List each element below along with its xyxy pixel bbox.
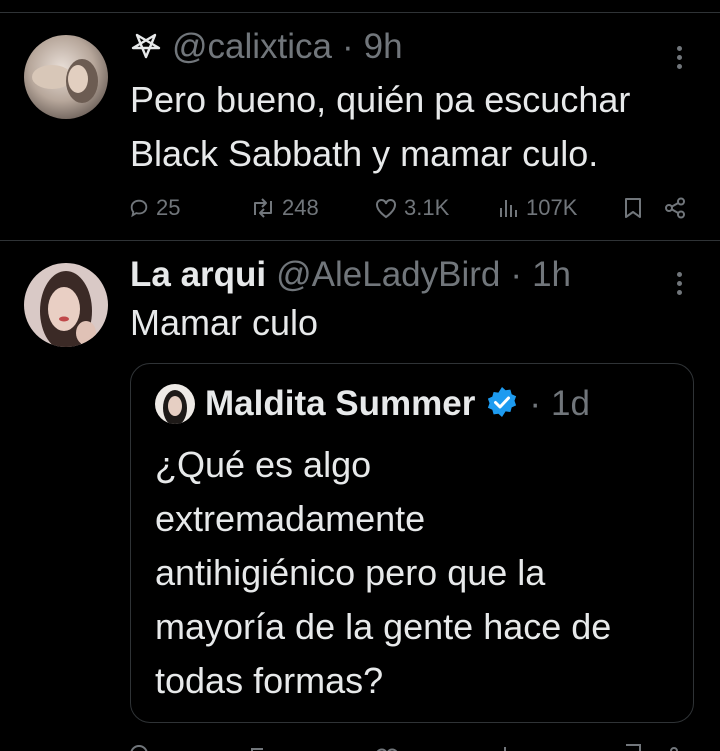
avatar[interactable] [24, 263, 108, 347]
username-handle[interactable]: @AleLadyBird [276, 255, 500, 295]
separator: · [529, 384, 542, 423]
retweet-icon [254, 198, 272, 218]
verified-badge-icon [485, 385, 519, 424]
more-icon[interactable] [664, 37, 694, 77]
separator: · [342, 27, 354, 66]
retweet-count: 248 [282, 195, 319, 220]
tweet-2[interactable]: La arqui @AleLadyBird · 1h Mamar culo Ma… [0, 241, 720, 751]
like-icon [376, 198, 396, 219]
quoted-tweet-text: ¿Qué es algo extremadamente antihigiénic… [155, 438, 675, 708]
like-button[interactable]: 3.1K [374, 195, 449, 221]
tweet-text-line-2: Black Sabbath y mamar culo. [130, 133, 599, 174]
timestamp[interactable]: 9h [364, 27, 403, 67]
share-icon[interactable] [664, 197, 686, 224]
views-count: 107K [526, 195, 578, 220]
quoted-text-line: mayoría de la gente hace de [155, 606, 612, 647]
reply-button[interactable]: 25 [128, 195, 180, 221]
action-bar-partial [128, 741, 688, 751]
like-count: 3.1K [404, 195, 450, 220]
quoted-text-line: ¿Qué es algo [155, 444, 372, 485]
avatar[interactable] [24, 35, 108, 119]
timestamp[interactable]: 1h [532, 255, 571, 295]
tweet-text: Mamar culo [130, 302, 319, 343]
more-icon[interactable] [664, 263, 694, 303]
quoted-text-line: extremadamente [155, 498, 426, 539]
tweet-1[interactable]: @calixtica · 9h Pero bueno, quién pa esc… [0, 13, 720, 239]
quoted-text-line: todas formas? [155, 660, 384, 701]
quoted-text-line: antihigiénico pero que la [155, 552, 546, 593]
reply-icon [130, 199, 148, 218]
views-icon [500, 200, 517, 217]
separator: · [510, 255, 523, 294]
display-name[interactable]: La arqui [130, 255, 266, 295]
reply-count: 25 [156, 195, 181, 220]
bookmark-icon[interactable] [624, 197, 642, 224]
quoted-display-name[interactable]: Maldita Summer [205, 384, 475, 424]
tweet-text: Pero bueno, quién pa escuchar Black Sabb… [130, 73, 710, 181]
tweet-header: @calixtica · 9h [130, 27, 403, 67]
views-button[interactable]: 107K [498, 195, 577, 221]
quoted-tweet[interactable]: Maldita Summer · 1d ¿Qué es algo extrema… [130, 363, 694, 723]
pentagram-icon [130, 29, 162, 66]
quoted-timestamp[interactable]: 1d [551, 384, 590, 424]
tweet-text-line-1: Pero bueno, quién pa escuchar [130, 79, 631, 120]
retweet-button[interactable]: 248 [250, 195, 319, 221]
quoted-avatar[interactable] [155, 384, 195, 424]
tweet-header: La arqui @AleLadyBird · 1h [130, 255, 571, 295]
quoted-tweet-header: Maldita Summer · 1d [155, 384, 590, 424]
username-handle[interactable]: @calixtica [172, 27, 332, 67]
